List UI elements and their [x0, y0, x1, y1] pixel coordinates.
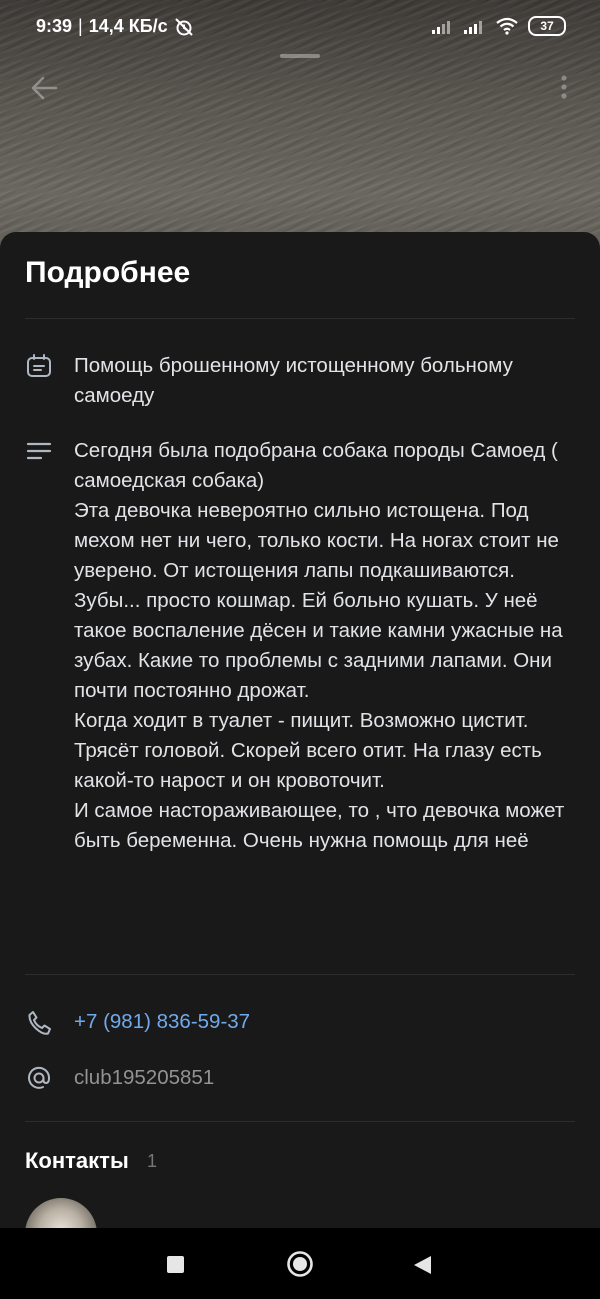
signal-icon [464, 21, 482, 34]
event-description: Сегодня была подобрана собака породы Сам… [74, 439, 565, 852]
divider [25, 1121, 575, 1122]
more-vertical-icon[interactable] [554, 70, 574, 106]
divider [25, 974, 575, 975]
at-icon [28, 1066, 51, 1089]
home-button[interactable] [286, 1250, 314, 1278]
status-time: 9:39 [36, 16, 73, 36]
back-button[interactable] [411, 1254, 433, 1276]
contacts-heading: Контакты [25, 1148, 129, 1173]
battery-indicator: 37 [528, 16, 566, 36]
drag-handle[interactable] [280, 54, 320, 58]
signal-icon [432, 21, 450, 34]
arrow-left-icon[interactable] [26, 70, 62, 106]
sheet-title: Подробнее [25, 256, 191, 289]
recents-button[interactable] [167, 1256, 184, 1273]
divider [25, 318, 575, 319]
alarm-off-icon [174, 17, 193, 36]
phone-link[interactable]: +7 (981) 836-59-37 [74, 1010, 250, 1034]
wifi-icon [496, 17, 518, 35]
status-right: 37 [432, 16, 566, 36]
contacts-count: 1 [147, 1151, 158, 1171]
phone-icon [28, 1011, 51, 1035]
status-separator: | [78, 16, 83, 36]
club-link[interactable]: club195205851 [74, 1066, 214, 1090]
status-left: 9:39 | 14,4 КБ/с [36, 16, 194, 37]
status-speed: 14,4 КБ/с [88, 16, 168, 36]
status-bar: 9:39 | 14,4 КБ/с 37 [0, 0, 600, 56]
event-summary: Помощь брошенному истощенному больному с… [74, 354, 513, 407]
text-lines-icon [26, 442, 52, 460]
event-icon [27, 354, 51, 377]
